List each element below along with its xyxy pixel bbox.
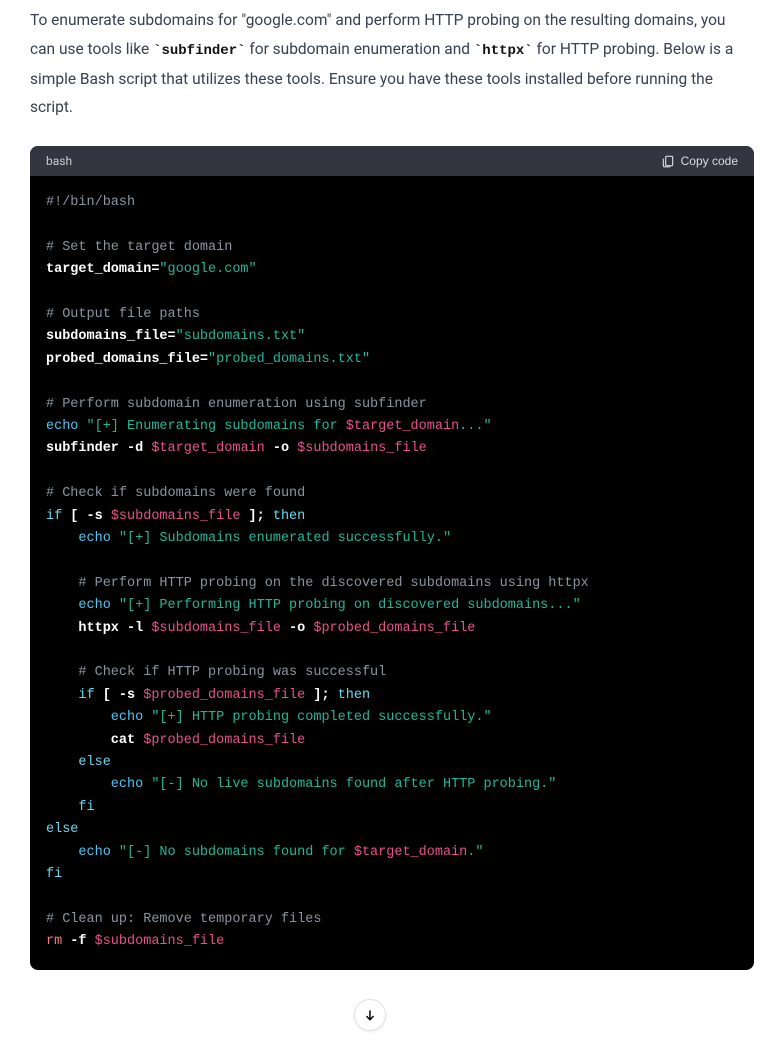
code-line: $subdomains_file xyxy=(111,509,241,524)
code-line: # Clean up: Remove temporary files xyxy=(46,912,321,927)
code-line: fi xyxy=(46,867,62,882)
code-line: echo xyxy=(46,777,143,792)
code-line: "[+] Enumerating subdomains for xyxy=(78,419,345,434)
code-line: echo xyxy=(46,710,143,725)
code-line: $subdomains_file xyxy=(151,621,281,636)
code-line: ]; xyxy=(305,688,337,703)
code-line: if xyxy=(46,509,62,524)
copy-code-button[interactable]: Copy code xyxy=(661,154,738,168)
code-line: subfinder -d xyxy=(46,441,151,456)
code-line: # Set the target domain xyxy=(46,240,232,255)
code-line: "[+] Performing HTTP probing on discover… xyxy=(111,598,581,613)
intro-text: To enumerate subdomains for "google.com"… xyxy=(30,0,754,122)
code-line: fi xyxy=(46,800,95,815)
code-line: ]; xyxy=(240,509,272,524)
code-line: "[-] No live subdomains found after HTTP… xyxy=(143,777,556,792)
code-line: # Output file paths xyxy=(46,307,200,322)
code-line: subdomains_file= xyxy=(46,329,176,344)
arrow-down-icon xyxy=(363,1008,377,1022)
code-line: -o xyxy=(281,621,313,636)
code-line: "[+] Subdomains enumerated successfully.… xyxy=(111,531,451,546)
code-line: "[+] HTTP probing completed successfully… xyxy=(143,710,491,725)
code-line: if xyxy=(46,688,95,703)
code-line: echo xyxy=(46,598,111,613)
code-line: #!/bin/bash xyxy=(46,195,135,210)
code-line: $subdomains_file xyxy=(297,441,427,456)
code-line: then xyxy=(338,688,370,703)
code-line: probed_domains_file= xyxy=(46,352,208,367)
code-line: ..." xyxy=(459,419,491,434)
code-line: -f xyxy=(62,934,94,949)
code-line: "google.com" xyxy=(159,262,256,277)
code-line: else xyxy=(46,755,111,770)
code-line: $probed_domains_file xyxy=(143,688,305,703)
language-label: bash xyxy=(46,154,72,168)
code-line: "subdomains.txt" xyxy=(176,329,306,344)
code-line: $target_domain xyxy=(354,845,467,860)
code-line: cat xyxy=(46,733,143,748)
inline-code-httpx: `httpx` xyxy=(474,43,533,59)
code-line: $target_domain xyxy=(151,441,264,456)
code-line: echo xyxy=(46,531,111,546)
code-line: "[-] No subdomains found for xyxy=(111,845,354,860)
code-line: $target_domain xyxy=(346,419,459,434)
code-line: target_domain= xyxy=(46,262,159,277)
code-line: [ -s xyxy=(95,688,144,703)
code-line: echo xyxy=(46,419,78,434)
code-header: bash Copy code xyxy=(30,146,754,176)
code-line: $probed_domains_file xyxy=(313,621,475,636)
code-line: "probed_domains.txt" xyxy=(208,352,370,367)
code-line: ." xyxy=(467,845,483,860)
code-block: bash Copy code #!/bin/bash # Set the tar… xyxy=(30,146,754,970)
code-line: $subdomains_file xyxy=(95,934,225,949)
code-line: # Check if HTTP probing was successful xyxy=(46,665,386,680)
code-line: else xyxy=(46,822,78,837)
code-line: rm xyxy=(46,934,62,949)
code-line: then xyxy=(273,509,305,524)
code-body[interactable]: #!/bin/bash # Set the target domain targ… xyxy=(30,176,754,970)
code-line: # Check if subdomains were found xyxy=(46,486,305,501)
inline-code-subfinder: `subfinder` xyxy=(153,43,245,59)
clipboard-icon xyxy=(661,154,675,168)
code-line: [ -s xyxy=(62,509,111,524)
copy-code-label: Copy code xyxy=(681,154,738,168)
code-line: # Perform subdomain enumeration using su… xyxy=(46,397,427,412)
code-line: # Perform HTTP probing on the discovered… xyxy=(46,576,589,591)
code-line: -o xyxy=(265,441,297,456)
intro-part2: for subdomain enumeration and xyxy=(246,40,474,58)
code-line: httpx -l xyxy=(46,621,151,636)
scroll-down-button[interactable] xyxy=(354,999,386,1031)
code-line: $probed_domains_file xyxy=(143,733,305,748)
code-line: echo xyxy=(46,845,111,860)
